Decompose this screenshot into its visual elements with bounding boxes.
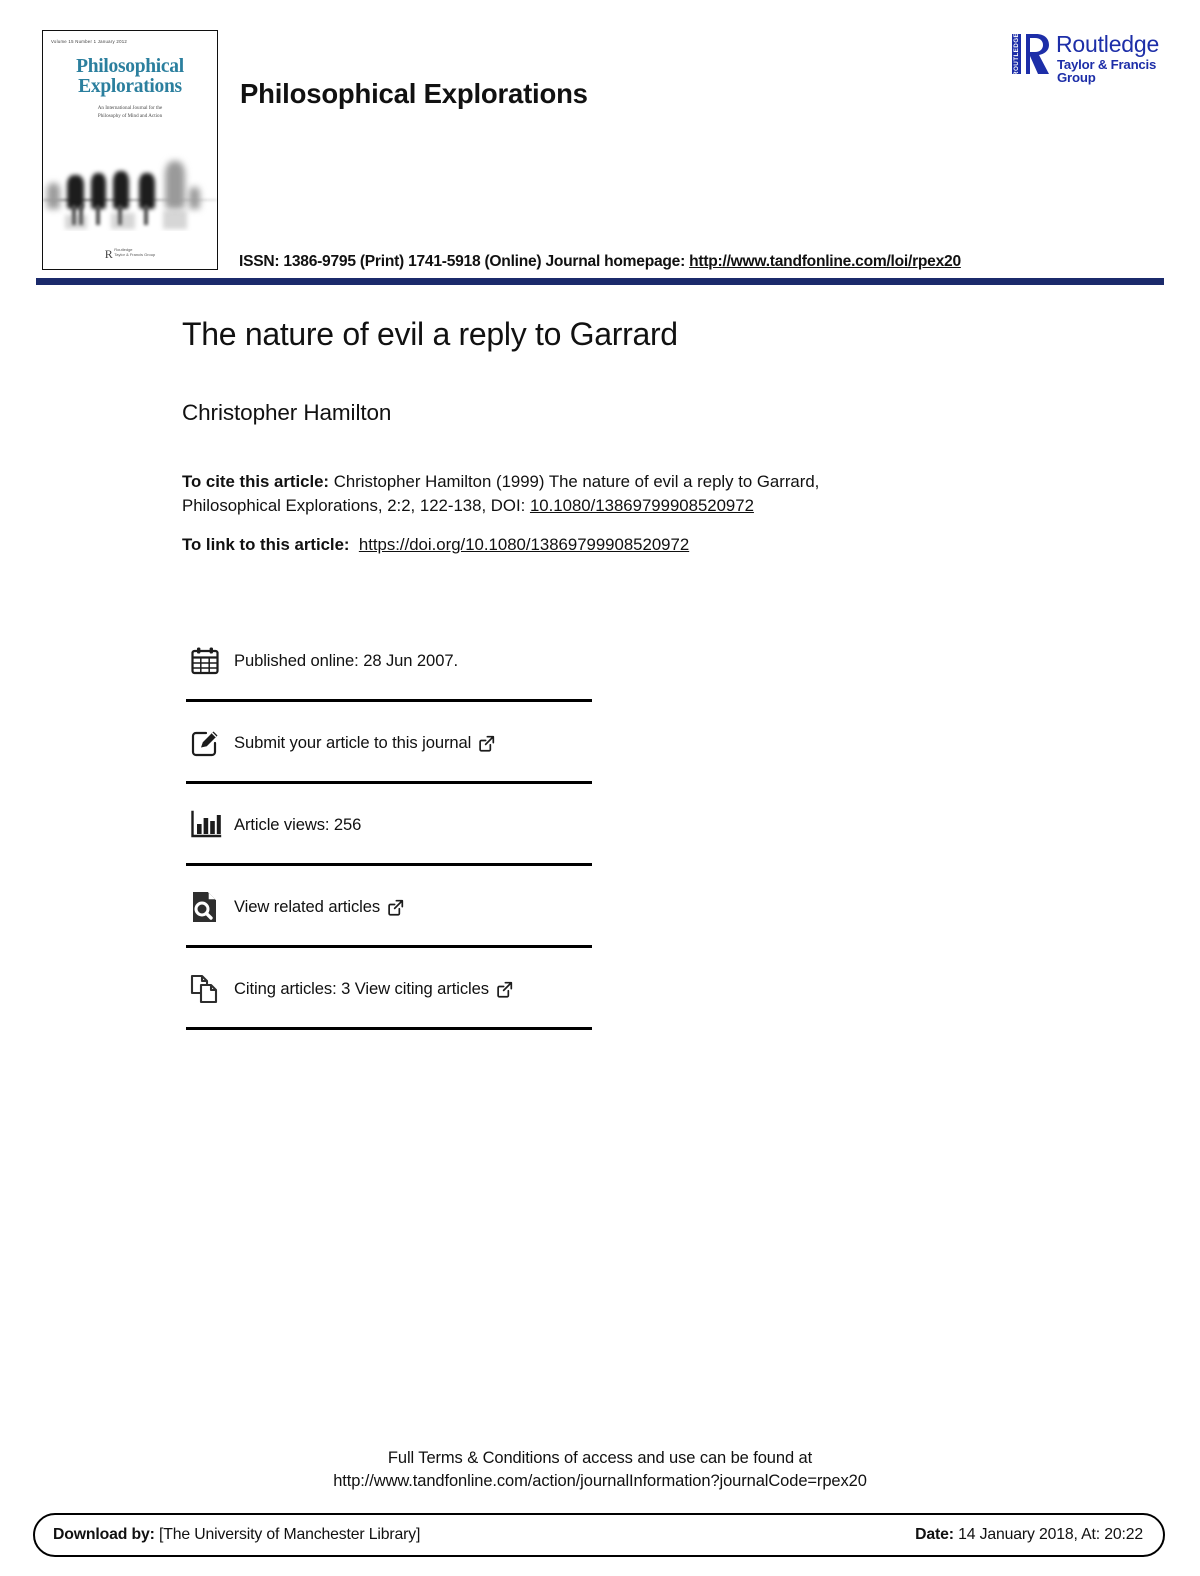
cover-title-line-2: Explorations xyxy=(78,76,182,98)
photo-figure xyxy=(47,183,60,209)
photo-figure xyxy=(91,173,106,209)
metric-text: Submit your article to this journal xyxy=(234,733,472,752)
cover-publisher-tagline: Taylor & Francis Group xyxy=(114,252,156,257)
terms-url[interactable]: http://www.tandfonline.com/action/journa… xyxy=(0,1470,1200,1493)
download-by: Download by: [The University of Manchest… xyxy=(53,1526,420,1544)
journal-cover-thumbnail[interactable]: Volume 15 Number 1 January 2012 ISSN 138… xyxy=(42,30,218,270)
link-label: To link to this article: xyxy=(182,535,350,554)
metric-divider xyxy=(186,1027,592,1030)
page-header: Volume 15 Number 1 January 2012 ISSN 138… xyxy=(0,0,1200,292)
metric-label: View related articles xyxy=(234,897,404,917)
cover-routledge-r-mark: R xyxy=(104,247,113,261)
metric-label: Citing articles: 3 View citing articles xyxy=(234,979,513,999)
metric-text: View related articles xyxy=(234,897,381,916)
article-title: The nature of evil a reply to Garrard xyxy=(182,316,678,352)
photo-figure xyxy=(139,173,155,209)
copy-pages-icon xyxy=(186,969,234,1009)
cover-subtitle-line-1: An International Journal for the xyxy=(97,105,163,111)
cover-subtitle: An International Journal for the Philoso… xyxy=(43,105,217,121)
routledge-r-mark-icon xyxy=(1026,34,1049,74)
metric-label: Article views: 256 xyxy=(234,815,361,835)
external-link-icon xyxy=(388,899,404,916)
terms-and-conditions: Full Terms & Conditions of access and us… xyxy=(0,1447,1200,1494)
routledge-wordmark: Routledge xyxy=(1056,31,1160,57)
external-link-icon xyxy=(479,735,495,752)
photo-figure-leg xyxy=(144,205,148,225)
download-info-bar: Download by: [The University of Manchest… xyxy=(33,1513,1165,1557)
metric-text: Citing articles: 3 View citing articles xyxy=(234,979,489,998)
metric-label: Submit your article to this journal xyxy=(234,733,495,753)
photo-reflection xyxy=(111,213,135,229)
issn-line: ISSN: 1386-9795 (Print) 1741-5918 (Onlin… xyxy=(239,253,961,271)
download-date-label: Date: xyxy=(915,1526,954,1543)
metric-row-citing-articles[interactable]: Citing articles: 3 View citing articles xyxy=(186,948,592,1030)
journal-name: Philosophical Explorations xyxy=(240,78,588,109)
article-author: Christopher Hamilton xyxy=(182,400,392,425)
download-date: Date: 14 January 2018, At: 20:22 xyxy=(915,1526,1143,1544)
metric-row-published-online: Published online: 28 Jun 2007. xyxy=(186,620,592,702)
metric-text: Published online: 28 Jun 2007. xyxy=(234,651,458,670)
routledge-strip-label: ROUTLEDGE xyxy=(1012,32,1021,76)
photo-reflection xyxy=(65,215,87,229)
cover-subtitle-line-2: Philosophy of Mind and Action xyxy=(97,112,163,119)
cite-label: To cite this article: xyxy=(182,472,330,491)
photo-figure xyxy=(165,161,185,209)
routledge-tagline: Taylor & Francis Group xyxy=(1057,57,1157,86)
bar-chart-icon xyxy=(186,805,234,845)
routledge-logo[interactable]: ROUTLEDGE Routledge Taylor & Francis Gro… xyxy=(1000,30,1165,84)
photo-figure xyxy=(189,187,200,209)
metric-label: Published online: 28 Jun 2007. xyxy=(234,651,458,671)
cover-issue-line: Volume 15 Number 1 January 2012 ISSN 138… xyxy=(51,39,217,45)
cite-doi-link[interactable]: 10.1080/13869799908520972 xyxy=(530,496,754,515)
journal-homepage-link[interactable]: http://www.tandfonline.com/loi/rpex20 xyxy=(689,253,961,270)
cover-photograph xyxy=(43,127,217,231)
pencil-square-icon xyxy=(186,723,234,763)
document-search-icon xyxy=(186,887,234,927)
article-doi-url[interactable]: https://doi.org/10.1080/1386979990852097… xyxy=(359,535,689,554)
citation-block: To cite this article: Christopher Hamilt… xyxy=(182,470,922,519)
header-divider-rule xyxy=(36,278,1164,285)
calendar-icon xyxy=(186,641,234,681)
cover-title: Philosophical Explorations xyxy=(43,56,217,98)
issn-text: ISSN: 1386-9795 (Print) 1741-5918 (Onlin… xyxy=(239,253,690,270)
metric-text: Article views: 256 xyxy=(234,815,362,834)
download-by-label: Download by: xyxy=(53,1526,155,1543)
terms-line-1: Full Terms & Conditions of access and us… xyxy=(387,1449,813,1467)
link-block: To link to this article: https://doi.org… xyxy=(182,533,922,557)
cover-publisher-logo: R Routledge Taylor & Francis Group xyxy=(43,247,217,260)
article-metrics-list: Published online: 28 Jun 2007. Submit yo… xyxy=(186,620,592,1030)
metric-row-submit-article[interactable]: Submit your article to this journal xyxy=(186,702,592,784)
download-by-value: [The University of Manchester Library] xyxy=(154,1526,421,1543)
photo-figure xyxy=(113,171,129,209)
download-date-value: 14 January 2018, At: 20:22 xyxy=(953,1526,1143,1543)
photo-reflection xyxy=(163,211,187,229)
external-link-icon xyxy=(497,981,513,998)
cover-volume-text: Volume 15 Number 1 January 2012 xyxy=(51,39,128,45)
photo-figure-leg xyxy=(96,205,100,225)
metric-row-related-articles[interactable]: View related articles xyxy=(186,866,592,948)
photo-figure xyxy=(67,175,84,209)
cover-title-line-1: Philosophical xyxy=(76,56,184,77)
metric-row-article-views: Article views: 256 xyxy=(186,784,592,866)
